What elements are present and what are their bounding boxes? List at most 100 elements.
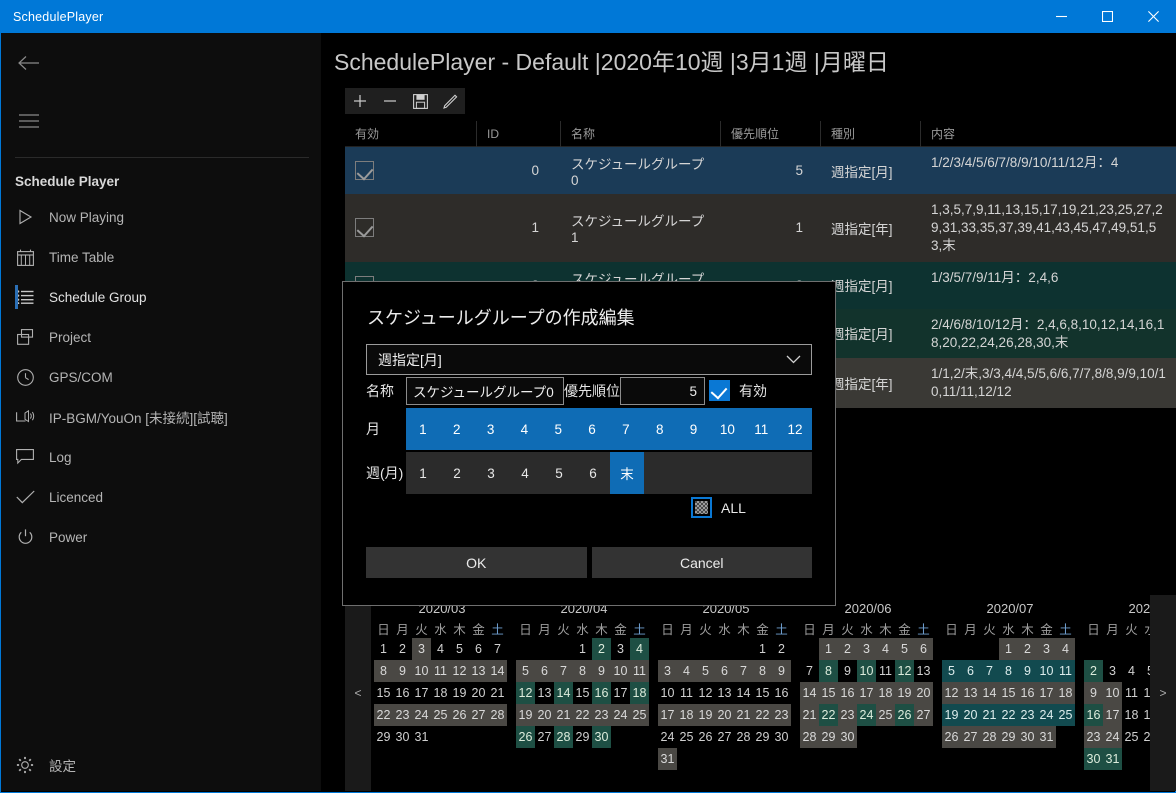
sidebar-item-licenced[interactable]: Licenced: [1, 477, 321, 517]
calendar-day[interactable]: 10: [412, 660, 431, 682]
calendar-day[interactable]: 22: [819, 704, 838, 726]
sidebar-item-schedule-group[interactable]: Schedule Group: [1, 277, 321, 317]
calendar-day[interactable]: 4: [1056, 638, 1075, 660]
calendar-day[interactable]: 2: [772, 638, 791, 660]
calendar-day[interactable]: 11: [630, 660, 649, 682]
cancel-button[interactable]: Cancel: [591, 547, 812, 578]
calendar-day[interactable]: 23: [393, 704, 412, 726]
calendar-day[interactable]: 23: [838, 704, 857, 726]
calendar-day[interactable]: 17: [611, 682, 630, 704]
column-header-name[interactable]: 名称: [561, 120, 721, 147]
calendar-day[interactable]: 25: [677, 726, 696, 748]
calendar-prev-button[interactable]: <: [345, 595, 371, 791]
calendar-day[interactable]: 24: [412, 704, 431, 726]
calendar-day[interactable]: 11: [677, 682, 696, 704]
calendar-day[interactable]: 19: [895, 682, 914, 704]
close-button[interactable]: [1130, 0, 1176, 33]
calendar-day[interactable]: 4: [677, 660, 696, 682]
calendar-day[interactable]: 3: [412, 638, 431, 660]
calendar-day[interactable]: 3: [1037, 638, 1056, 660]
calendar-day[interactable]: 19: [450, 682, 469, 704]
calendar-day[interactable]: 18: [1056, 682, 1075, 704]
calendar-day[interactable]: 29: [999, 726, 1018, 748]
calendar-day[interactable]: 28: [488, 704, 507, 726]
calendar-day[interactable]: 26: [1141, 726, 1150, 748]
toggle-cell-1[interactable]: 1: [406, 408, 440, 450]
calendar-day[interactable]: 10: [611, 660, 630, 682]
calendar-day[interactable]: 21: [980, 704, 999, 726]
calendar-day[interactable]: 16: [592, 682, 611, 704]
toggle-cell-1[interactable]: 1: [406, 452, 440, 494]
calendar-day[interactable]: 6: [715, 660, 734, 682]
sidebar-item-power[interactable]: Power: [1, 517, 321, 557]
calendar-day[interactable]: 17: [658, 704, 677, 726]
table-row[interactable]: 1 スケジュールグループ1 1 週指定[年] 1,3,5,7,9,11,13,1…: [345, 194, 1176, 262]
calendar-day[interactable]: 10: [857, 660, 876, 682]
calendar-day[interactable]: 3: [857, 638, 876, 660]
table-row[interactable]: 0 スケジュールグループ0 5 週指定[月] 1/2/3/4/5/6/7/8/9…: [345, 147, 1176, 194]
calendar-day[interactable]: 31: [412, 726, 431, 748]
calendar-day[interactable]: 27: [914, 704, 933, 726]
calendar-day[interactable]: 30: [393, 726, 412, 748]
calendar-day[interactable]: 20: [961, 704, 980, 726]
calendar-day[interactable]: 26: [696, 726, 715, 748]
calendar-day[interactable]: 12: [895, 660, 914, 682]
calendar-day[interactable]: 26: [895, 704, 914, 726]
calendar-day[interactable]: 24: [1103, 726, 1122, 748]
calendar-day[interactable]: 8: [573, 660, 592, 682]
calendar-day[interactable]: 28: [800, 726, 819, 748]
toggle-cell-末[interactable]: 末: [610, 452, 644, 494]
calendar-day[interactable]: 12: [942, 682, 961, 704]
calendar-day[interactable]: 31: [1037, 726, 1056, 748]
calendar-day[interactable]: 5: [1141, 660, 1150, 682]
calendar-day[interactable]: 7: [800, 660, 819, 682]
calendar-day[interactable]: 5: [942, 660, 961, 682]
calendar-day[interactable]: 23: [1018, 704, 1037, 726]
calendar-day[interactable]: 24: [658, 726, 677, 748]
calendar-day[interactable]: 13: [469, 660, 488, 682]
ok-button[interactable]: OK: [366, 547, 587, 578]
calendar-day[interactable]: 26: [450, 704, 469, 726]
back-button[interactable]: [5, 41, 53, 85]
calendar-day[interactable]: 26: [942, 726, 961, 748]
calendar-day[interactable]: 10: [1037, 660, 1056, 682]
toggle-cell-5[interactable]: 5: [542, 452, 576, 494]
calendar-day[interactable]: 9: [1084, 682, 1103, 704]
row-checkbox-cell[interactable]: [345, 194, 477, 262]
calendar-day[interactable]: 1: [753, 638, 772, 660]
calendar-day[interactable]: 24: [857, 704, 876, 726]
toggle-cell-10[interactable]: 10: [710, 408, 745, 450]
calendar-day[interactable]: 23: [1084, 726, 1103, 748]
calendar-day[interactable]: 2: [393, 638, 412, 660]
priority-input[interactable]: 5: [620, 377, 705, 405]
calendar-day[interactable]: 7: [488, 638, 507, 660]
calendar-day[interactable]: 1: [573, 638, 592, 660]
calendar-day[interactable]: 6: [914, 638, 933, 660]
toggle-cell-8[interactable]: 8: [642, 408, 677, 450]
calendar-day[interactable]: 4: [876, 638, 895, 660]
add-button[interactable]: [345, 88, 375, 114]
toggle-cell-4[interactable]: 4: [508, 452, 542, 494]
calendar-day[interactable]: 8: [374, 660, 393, 682]
toggle-cell-6[interactable]: 6: [576, 452, 610, 494]
calendar-day[interactable]: 17: [1037, 682, 1056, 704]
calendar-day[interactable]: 9: [393, 660, 412, 682]
edit-button[interactable]: [435, 88, 465, 114]
calendar-day[interactable]: 17: [1103, 704, 1122, 726]
calendar-day[interactable]: 12: [696, 682, 715, 704]
calendar-day[interactable]: 27: [715, 726, 734, 748]
calendar-day[interactable]: 25: [1056, 704, 1075, 726]
calendar-day[interactable]: 20: [535, 704, 554, 726]
calendar-day[interactable]: 4: [1122, 660, 1141, 682]
calendar-day[interactable]: 16: [393, 682, 412, 704]
calendar-day[interactable]: 4: [431, 638, 450, 660]
calendar-day[interactable]: 12: [516, 682, 535, 704]
calendar-day[interactable]: 18: [677, 704, 696, 726]
calendar-day[interactable]: 19: [1141, 704, 1150, 726]
calendar-day[interactable]: 7: [554, 660, 573, 682]
calendar-day[interactable]: 18: [630, 682, 649, 704]
calendar-day[interactable]: 25: [630, 704, 649, 726]
calendar-day[interactable]: 16: [772, 682, 791, 704]
calendar-day[interactable]: 20: [469, 682, 488, 704]
calendar-day[interactable]: 25: [1122, 726, 1141, 748]
